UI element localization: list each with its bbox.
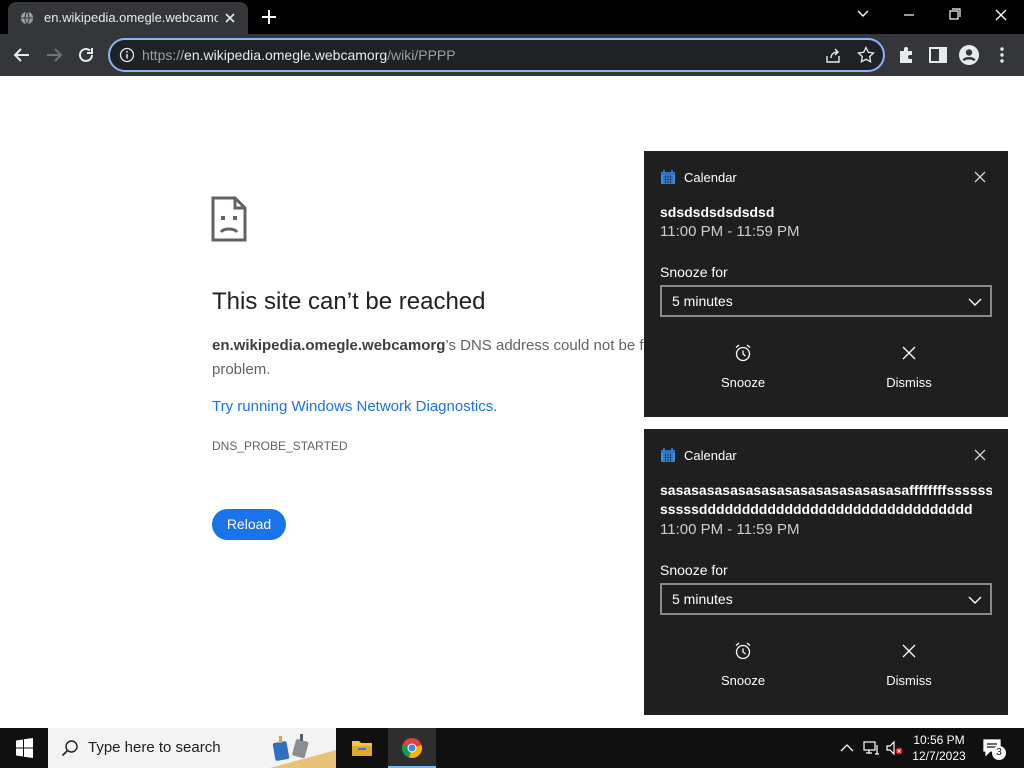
snooze-button-label: Snooze bbox=[720, 375, 766, 390]
snooze-duration-value: 5 minutes bbox=[672, 293, 733, 309]
error-title: This site can’t be reached bbox=[212, 288, 486, 315]
site-info-icon[interactable] bbox=[119, 47, 135, 63]
taskbar-search-box[interactable]: Type here to search bbox=[48, 728, 336, 768]
bookmark-star-icon[interactable] bbox=[857, 46, 875, 64]
snooze-button-label: Snooze bbox=[720, 673, 766, 688]
url-host: en.wikipedia.omegle.webcamorg bbox=[184, 47, 388, 63]
notification-subject-line2: sssssdddddddddddddddddddddddddddddddd bbox=[660, 501, 973, 517]
error-description-line2: problem. bbox=[212, 361, 271, 378]
snooze-duration-value: 5 minutes bbox=[672, 591, 733, 607]
snooze-duration-select[interactable]: 5 minutes bbox=[660, 583, 992, 615]
sad-document-icon bbox=[211, 196, 247, 242]
notification-app-name: Calendar bbox=[684, 448, 737, 463]
dismiss-button[interactable]: Dismiss bbox=[849, 641, 969, 701]
action-center-button[interactable]: 3 bbox=[980, 736, 1006, 760]
search-icon bbox=[61, 740, 78, 757]
chevron-down-icon bbox=[968, 298, 982, 306]
reload-icon[interactable] bbox=[72, 41, 100, 69]
notification-subject: sasasasasasasasasasasasasasasasaffffffff… bbox=[660, 482, 992, 498]
notification-app-name: Calendar bbox=[684, 170, 737, 185]
chrome-icon bbox=[402, 738, 422, 758]
calendar-notification[interactable]: Calendar sdsdsdsdsdsdsd 11:00 PM - 11:59… bbox=[644, 151, 1008, 417]
profile-avatar-icon[interactable] bbox=[958, 44, 980, 66]
volume-muted-icon[interactable] bbox=[885, 739, 903, 757]
back-arrow-icon[interactable] bbox=[8, 41, 36, 69]
network-diagnostics-link[interactable]: Try running Windows Network Diagnostics. bbox=[212, 398, 497, 415]
windows-start-icon[interactable] bbox=[0, 728, 48, 768]
chrome-taskbar-button[interactable] bbox=[388, 728, 436, 768]
address-bar[interactable]: https://en.wikipedia.omegle.webcamorg/wi… bbox=[108, 38, 885, 72]
notification-time: 11:00 PM - 11:59 PM bbox=[660, 223, 800, 240]
notification-close-icon[interactable] bbox=[972, 447, 988, 463]
notification-time: 11:00 PM - 11:59 PM bbox=[660, 521, 800, 538]
menu-kebab-icon[interactable] bbox=[991, 44, 1013, 66]
alarm-clock-icon bbox=[735, 642, 751, 660]
tab-close-icon[interactable] bbox=[222, 10, 238, 26]
show-hidden-icons-chevron-icon[interactable] bbox=[838, 739, 856, 757]
snooze-for-label: Snooze for bbox=[660, 264, 728, 280]
address-url: https://en.wikipedia.omegle.webcamorg/wi… bbox=[142, 47, 456, 63]
dismiss-x-icon bbox=[902, 644, 916, 658]
search-highlight-dreidel-icon bbox=[270, 734, 336, 768]
error-code: DNS_PROBE_STARTED bbox=[212, 439, 348, 453]
snooze-for-label: Snooze for bbox=[660, 562, 728, 578]
error-host: en.wikipedia.omegle.webcamorg bbox=[212, 337, 446, 354]
minimize-icon[interactable] bbox=[886, 0, 932, 32]
folder-icon bbox=[352, 741, 372, 756]
notification-count-badge: 3 bbox=[992, 746, 1006, 760]
calendar-notification[interactable]: Calendar sasasasasasasasasasasasasasasas… bbox=[644, 429, 1008, 715]
globe-icon bbox=[20, 11, 34, 25]
clock-date: 12/7/2023 bbox=[912, 749, 966, 763]
taskbar-clock[interactable]: 10:56 PM 12/7/2023 bbox=[904, 732, 974, 764]
extensions-puzzle-icon[interactable] bbox=[895, 44, 917, 66]
tab-search-chevron-icon[interactable] bbox=[840, 0, 886, 32]
tab-strip: en.wikipedia.omegle.webcamorg bbox=[0, 0, 1024, 34]
dismiss-button-label: Dismiss bbox=[886, 673, 932, 688]
clock-time: 10:56 PM bbox=[913, 733, 965, 747]
snooze-button[interactable]: Snooze bbox=[683, 343, 803, 403]
notification-subject: sdsdsdsdsdsdsd bbox=[660, 204, 775, 220]
tab-title: en.wikipedia.omegle.webcamorg bbox=[44, 10, 218, 25]
calendar-icon bbox=[661, 448, 675, 462]
window-close-icon[interactable] bbox=[978, 0, 1024, 32]
dismiss-button-label: Dismiss bbox=[886, 375, 932, 390]
reload-button[interactable]: Reload bbox=[212, 509, 286, 540]
calendar-icon bbox=[661, 170, 675, 184]
network-icon[interactable] bbox=[862, 739, 880, 757]
share-icon[interactable] bbox=[824, 47, 842, 65]
dismiss-x-icon bbox=[902, 346, 916, 360]
file-explorer-taskbar-button[interactable] bbox=[338, 728, 386, 768]
snooze-button[interactable]: Snooze bbox=[683, 641, 803, 701]
error-description-text: ’s DNS address could not be fo bbox=[445, 337, 652, 354]
dismiss-button[interactable]: Dismiss bbox=[849, 343, 969, 403]
url-scheme: https:// bbox=[142, 47, 185, 63]
search-placeholder: Type here to search bbox=[88, 739, 221, 756]
browser-tab[interactable]: en.wikipedia.omegle.webcamorg bbox=[8, 2, 248, 34]
new-tab-icon[interactable] bbox=[258, 6, 280, 28]
restore-icon[interactable] bbox=[932, 0, 978, 32]
snooze-duration-select[interactable]: 5 minutes bbox=[660, 285, 992, 317]
taskbar: Type here to search 10:56 PM 12/7/2023 3 bbox=[0, 728, 1024, 768]
browser-toolbar: https://en.wikipedia.omegle.webcamorg/wi… bbox=[0, 34, 1024, 76]
alarm-clock-icon bbox=[735, 344, 751, 362]
url-path: /wiki/PPPP bbox=[387, 47, 456, 63]
forward-arrow-icon[interactable] bbox=[40, 41, 68, 69]
notification-close-icon[interactable] bbox=[972, 169, 988, 185]
chevron-down-icon bbox=[968, 596, 982, 604]
side-panel-icon[interactable] bbox=[927, 44, 949, 66]
